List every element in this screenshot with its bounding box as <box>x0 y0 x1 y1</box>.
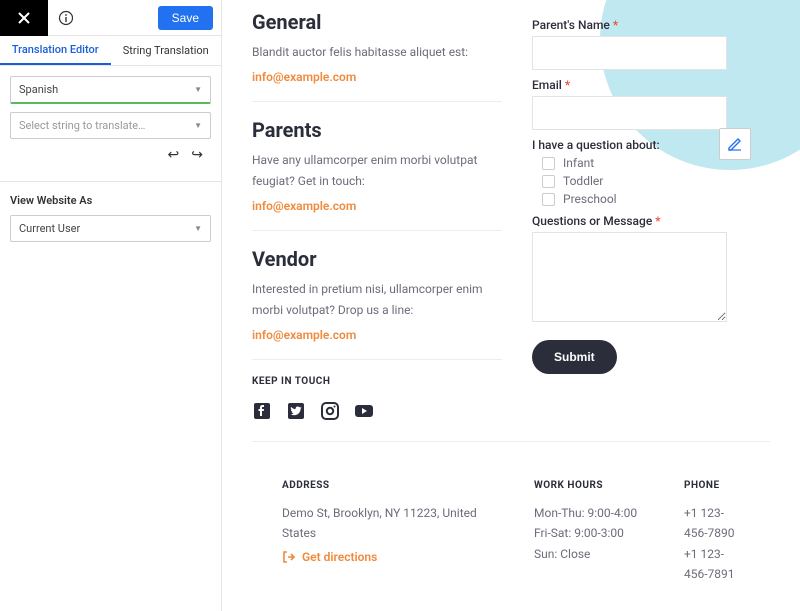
string-select[interactable]: Select string to translate… ▼ <box>10 112 211 139</box>
footer-hours: WORK HOURS Mon-Thu: 9:00-4:00 Fri-Sat: 9… <box>534 480 654 585</box>
phone-line2: +1 123-456-7891 <box>684 544 740 585</box>
topbar: Save <box>0 0 221 36</box>
email-label: Email * <box>532 78 770 92</box>
content: General Blandit auctor felis habitasse a… <box>222 0 800 611</box>
checkbox-icon <box>542 175 555 188</box>
close-button[interactable] <box>0 0 48 36</box>
section-vendor: Vendor Interested in pretium nisi, ullam… <box>252 247 502 360</box>
hours-line2: Fri-Sat: 9:00-3:00 <box>534 523 654 543</box>
parents-email[interactable]: info@example.com <box>252 199 356 213</box>
parent-name-input[interactable] <box>532 36 727 70</box>
get-directions-link[interactable]: Get directions <box>282 550 504 564</box>
address-heading: ADDRESS <box>282 480 504 491</box>
tab-string-translation[interactable]: String Translation <box>111 36 222 65</box>
view-as-label: View Website As <box>0 182 221 215</box>
phone-line1: +1 123-456-7890 <box>684 503 740 544</box>
parents-desc: Have any ullamcorper enim morbi volutpat… <box>252 150 502 191</box>
instagram-icon <box>321 402 339 420</box>
parents-title: Parents <box>252 118 502 142</box>
hours-heading: WORK HOURS <box>534 480 654 491</box>
view-as-select[interactable]: Current User ▼ <box>10 215 211 242</box>
keep-in-touch-label: KEEP IN TOUCH <box>252 376 502 387</box>
nav-arrows: ↩ ↪ <box>10 147 211 171</box>
info-button[interactable] <box>48 0 84 36</box>
redo-arrow-icon[interactable]: ↪ <box>191 147 203 163</box>
footer-address: ADDRESS Demo St, Brooklyn, NY 11223, Uni… <box>282 480 504 585</box>
close-icon <box>17 11 31 25</box>
social-links <box>252 401 502 421</box>
instagram-link[interactable] <box>320 401 340 421</box>
address-text: Demo St, Brooklyn, NY 11223, United Stat… <box>282 503 504 544</box>
youtube-icon <box>354 402 374 420</box>
vendor-email[interactable]: info@example.com <box>252 328 356 342</box>
facebook-link[interactable] <box>252 401 272 421</box>
general-title: General <box>252 10 502 34</box>
footer: ADDRESS Demo St, Brooklyn, NY 11223, Uni… <box>252 441 770 585</box>
tab-translation-editor[interactable]: Translation Editor <box>0 36 111 65</box>
info-column: General Blandit auctor felis habitasse a… <box>252 10 502 421</box>
twitter-icon <box>287 402 305 420</box>
questions-label: Questions or Message * <box>532 214 770 228</box>
vendor-title: Vendor <box>252 247 502 271</box>
footer-phone: PHONE +1 123-456-7890 +1 123-456-7891 <box>684 480 740 585</box>
chevron-down-icon: ▼ <box>194 224 202 233</box>
checkbox-toddler[interactable]: Toddler <box>542 174 770 188</box>
view-as-value: Current User <box>19 222 80 235</box>
info-icon <box>58 10 74 26</box>
string-placeholder: Select string to translate… <box>19 119 145 132</box>
chevron-down-icon: ▼ <box>194 85 202 94</box>
chevron-down-icon: ▼ <box>194 121 202 130</box>
phone-heading: PHONE <box>684 480 740 491</box>
parent-name-label: Parent's Name * <box>532 18 770 32</box>
save-button[interactable]: Save <box>158 6 213 30</box>
facebook-icon <box>253 402 271 420</box>
checkbox-preschool[interactable]: Preschool <box>542 192 770 206</box>
undo-arrow-icon[interactable]: ↩ <box>168 147 180 163</box>
pencil-icon <box>727 136 743 152</box>
hours-line3: Sun: Close <box>534 544 654 564</box>
twitter-link[interactable] <box>286 401 306 421</box>
vendor-desc: Interested in pretium nisi, ullamcorper … <box>252 279 502 320</box>
youtube-link[interactable] <box>354 401 374 421</box>
questions-textarea[interactable] <box>532 232 727 322</box>
tabs: Translation Editor String Translation <box>0 36 221 66</box>
section-general: General Blandit auctor felis habitasse a… <box>252 10 502 102</box>
section-parents: Parents Have any ullamcorper enim morbi … <box>252 118 502 231</box>
hours-line1: Mon-Thu: 9:00-4:00 <box>534 503 654 523</box>
general-desc: Blandit auctor felis habitasse aliquet e… <box>252 42 502 62</box>
general-email[interactable]: info@example.com <box>252 70 356 84</box>
submit-button[interactable]: Submit <box>532 340 617 374</box>
checkbox-icon <box>542 157 555 170</box>
edit-button[interactable] <box>719 128 751 160</box>
checkbox-icon <box>542 193 555 206</box>
language-select[interactable]: Spanish ▼ <box>10 76 211 104</box>
email-input[interactable] <box>532 96 727 130</box>
language-value: Spanish <box>19 83 58 96</box>
sidebar: Save Translation Editor String Translati… <box>0 0 222 611</box>
exit-icon <box>282 550 296 564</box>
form-column: Parent's Name * Email * I have a questio… <box>532 10 770 421</box>
